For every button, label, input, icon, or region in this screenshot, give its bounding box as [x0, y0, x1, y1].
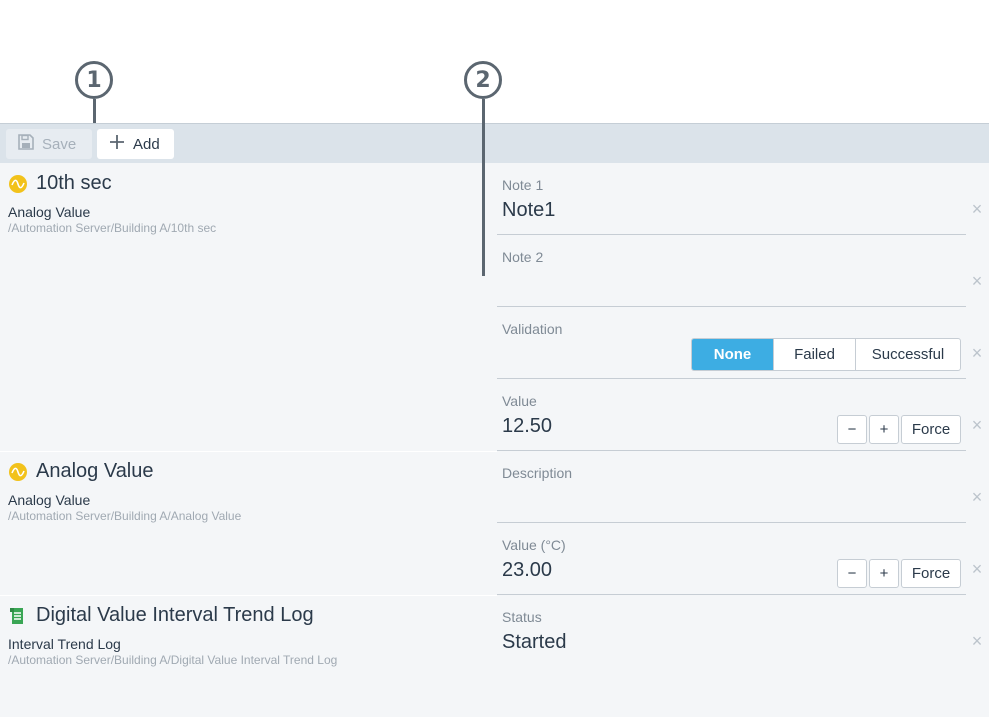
- object-type: Analog Value: [8, 204, 91, 220]
- object-title: Analog Value: [8, 460, 154, 483]
- validation-option-failed[interactable]: Failed: [773, 339, 855, 370]
- increment-button[interactable]: +: [869, 415, 899, 444]
- callout-2: 2: [464, 61, 502, 99]
- decrement-button[interactable]: −: [837, 415, 867, 444]
- field-label: Note 1: [502, 177, 544, 193]
- clear-icon[interactable]: ×: [968, 559, 986, 580]
- object-title: 10th sec: [8, 172, 112, 195]
- clear-icon[interactable]: ×: [968, 199, 986, 220]
- callout-2-line: [482, 99, 485, 276]
- force-button[interactable]: Force: [901, 559, 961, 588]
- field-note-1[interactable]: Note 1 Note1: [497, 163, 966, 235]
- field-label: Value: [502, 393, 537, 409]
- object-divider: [0, 451, 497, 452]
- clear-icon[interactable]: ×: [968, 631, 986, 652]
- toolbar: Save Add: [0, 123, 989, 163]
- object-path: /Automation Server/Building A/Analog Val…: [8, 509, 242, 523]
- object-path: /Automation Server/Building A/10th sec: [8, 221, 217, 235]
- object-path: /Automation Server/Building A/Digital Va…: [8, 653, 338, 667]
- save-icon: [18, 134, 34, 154]
- validation-segmented-control: None Failed Successful: [691, 338, 961, 371]
- callout-1: 1: [75, 61, 113, 99]
- clear-icon[interactable]: ×: [968, 487, 986, 508]
- add-button[interactable]: Add: [97, 129, 174, 159]
- field-value[interactable]: Note1: [502, 199, 555, 222]
- field-note-2[interactable]: Note 2: [497, 235, 966, 307]
- validation-option-successful[interactable]: Successful: [855, 339, 960, 370]
- object-title: Digital Value Interval Trend Log: [8, 604, 314, 627]
- object-title-text: 10th sec: [36, 172, 112, 194]
- save-button-label: Save: [42, 135, 77, 153]
- field-label: Validation: [502, 321, 563, 337]
- field-label: Status: [502, 609, 542, 625]
- field-validation: Validation None Failed Successful: [497, 307, 966, 379]
- object-type: Analog Value: [8, 492, 91, 508]
- analog-value-icon: [8, 174, 28, 194]
- plus-icon: [109, 134, 125, 154]
- trend-log-icon: [8, 606, 28, 626]
- force-button[interactable]: Force: [901, 415, 961, 444]
- field-value-text[interactable]: 12.50: [502, 415, 552, 438]
- validation-option-none[interactable]: None: [692, 339, 773, 370]
- object-list: 10th sec Analog Value /Automation Server…: [0, 163, 989, 717]
- field-value: Started: [502, 631, 567, 653]
- field-value-text[interactable]: 23.00: [502, 559, 552, 582]
- field-label: Description: [502, 465, 573, 481]
- clear-icon[interactable]: ×: [968, 343, 986, 364]
- decrement-button[interactable]: −: [837, 559, 867, 588]
- field-label: Note 2: [502, 249, 544, 265]
- clear-icon[interactable]: ×: [968, 415, 986, 436]
- field-status: Status Started: [497, 595, 966, 667]
- object-type: Interval Trend Log: [8, 636, 121, 652]
- object-divider: [0, 595, 497, 596]
- field-label: Value (°C): [502, 537, 566, 553]
- field-value: Value 12.50 − + Force: [497, 379, 966, 451]
- analog-value-icon: [8, 462, 28, 482]
- save-button[interactable]: Save: [6, 129, 92, 159]
- add-button-label: Add: [133, 135, 160, 153]
- clear-icon[interactable]: ×: [968, 271, 986, 292]
- increment-button[interactable]: +: [869, 559, 899, 588]
- field-description[interactable]: Description: [497, 451, 966, 523]
- object-title-text: Analog Value: [36, 460, 154, 482]
- object-title-text: Digital Value Interval Trend Log: [36, 604, 314, 626]
- field-value-celsius: Value (°C) 23.00 − + Force: [497, 523, 966, 595]
- app-page: 1 2 Save Add 10th sec Analog Value /Auto…: [0, 0, 989, 717]
